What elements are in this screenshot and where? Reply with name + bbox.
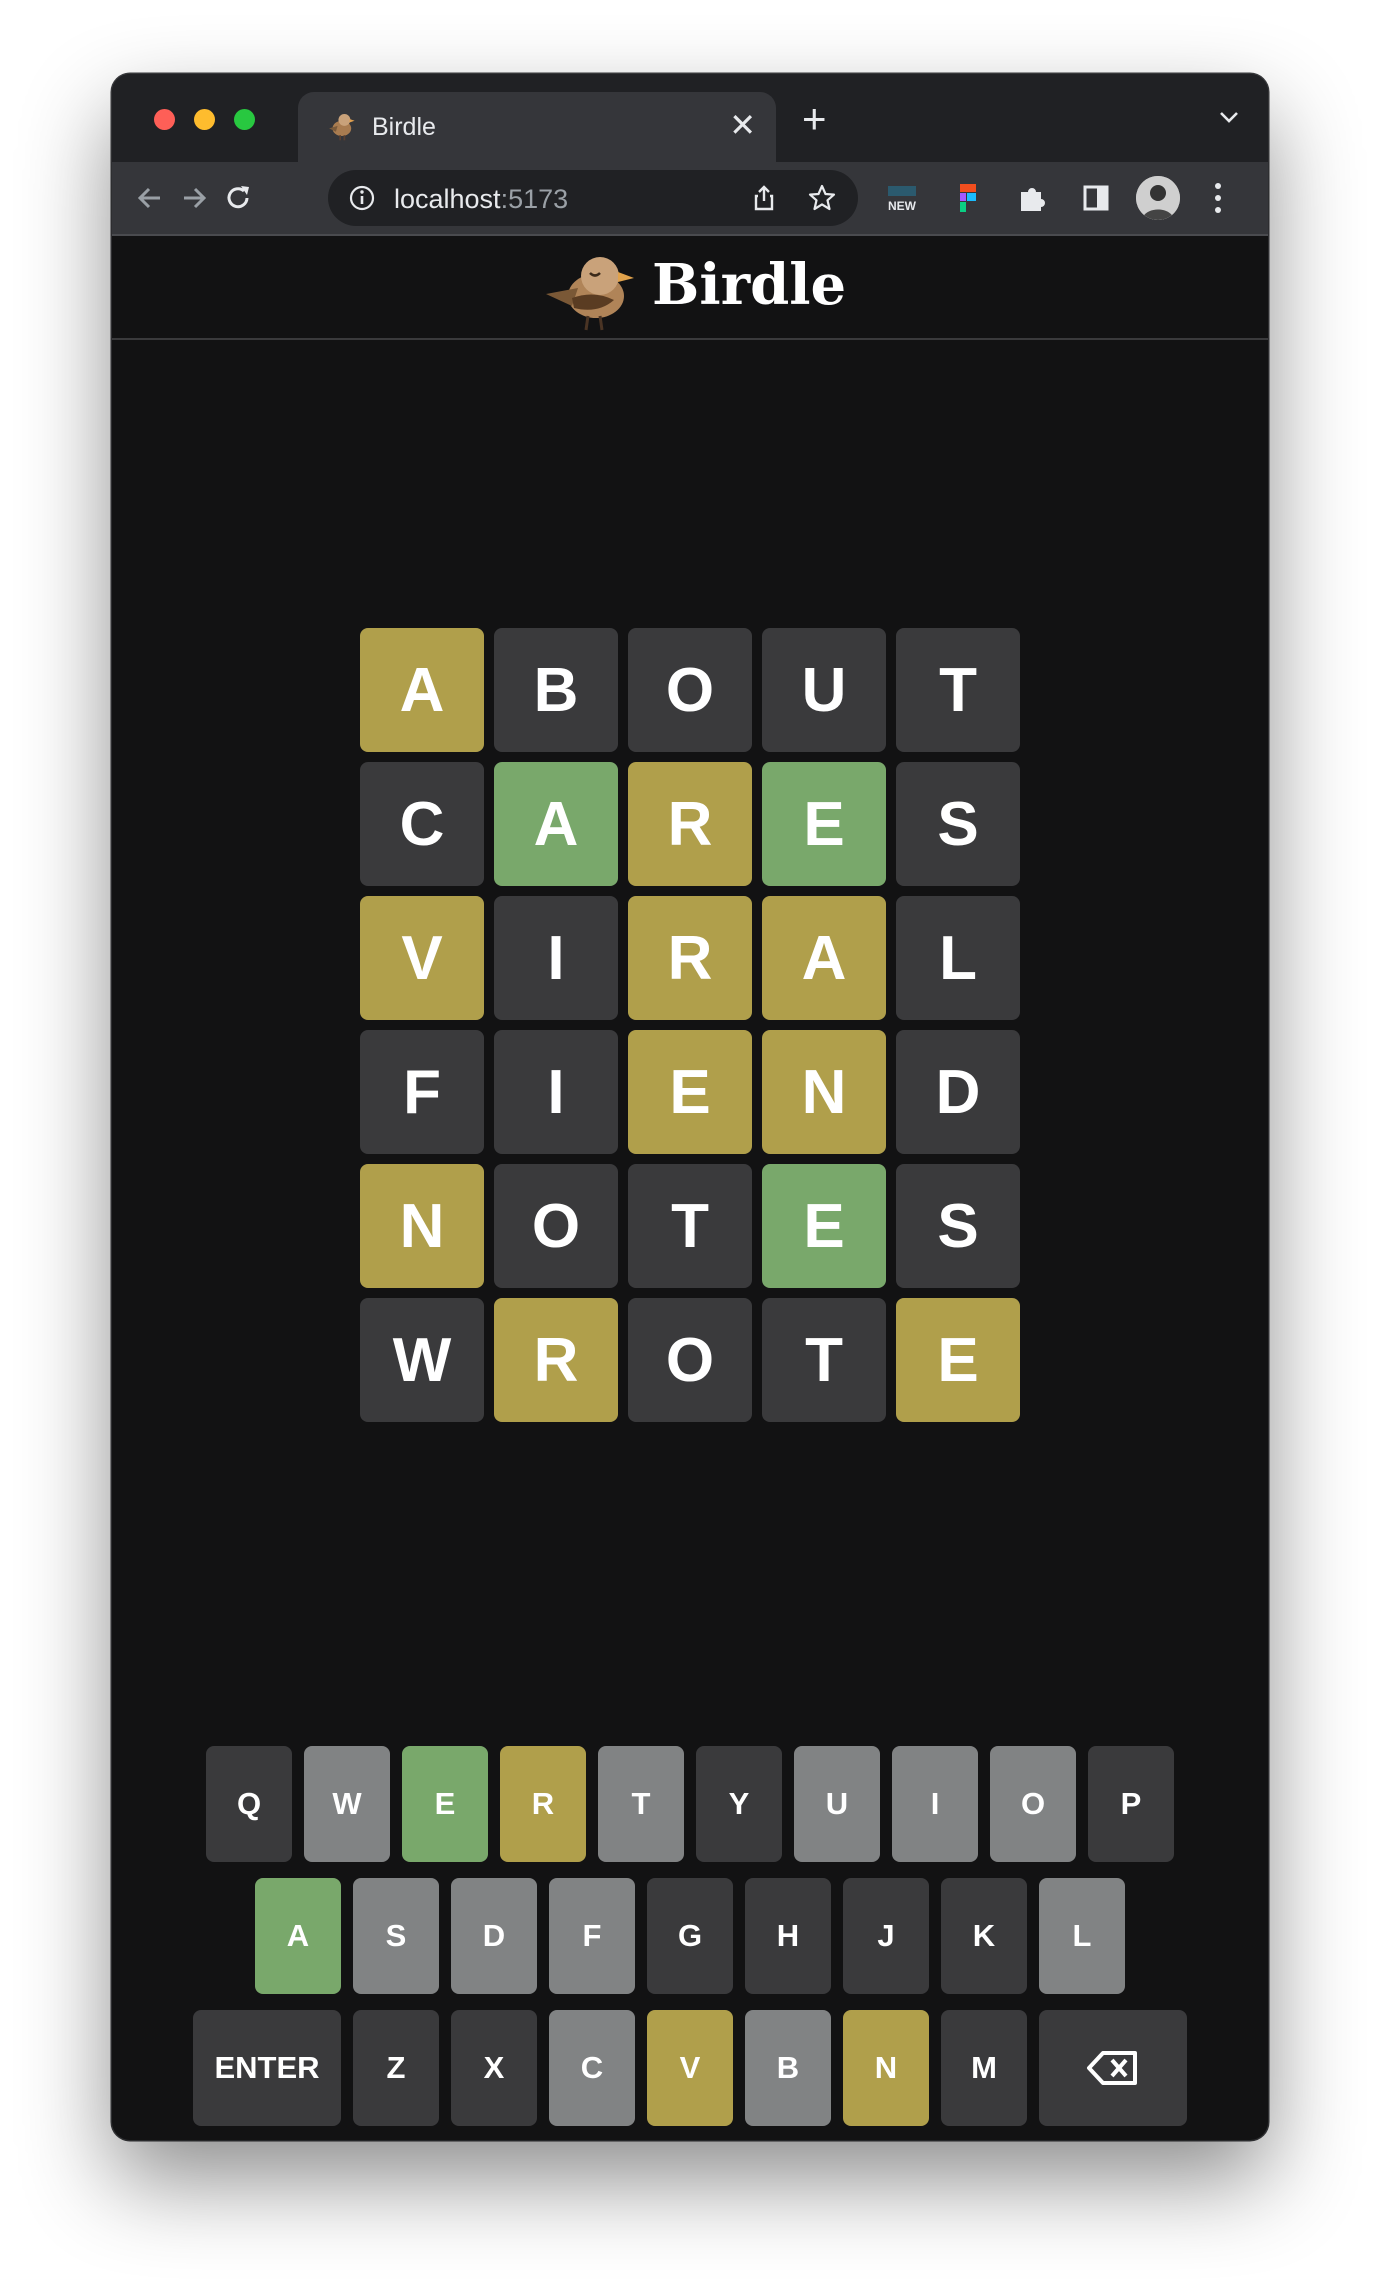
- key-y[interactable]: Y: [696, 1746, 782, 1862]
- forward-arrow-icon[interactable]: [174, 178, 214, 218]
- info-icon[interactable]: [348, 184, 376, 212]
- key-j[interactable]: J: [843, 1878, 929, 1994]
- tab-title: Birdle: [372, 113, 436, 141]
- bird-favicon-icon: [329, 113, 355, 141]
- new-badge-icon[interactable]: NEW: [882, 178, 922, 218]
- back-arrow-icon[interactable]: [130, 178, 170, 218]
- board-tile: E: [762, 762, 886, 886]
- board-tile: O: [628, 1298, 752, 1422]
- board-tile: S: [896, 1164, 1020, 1288]
- board-tile: D: [896, 1030, 1020, 1154]
- more-menu-icon[interactable]: [1212, 180, 1224, 216]
- board-tile: T: [762, 1298, 886, 1422]
- board-tile: S: [896, 762, 1020, 886]
- browser-toolbar: localhost:5173 NEW: [112, 162, 1268, 236]
- chevron-down-icon[interactable]: [1218, 106, 1240, 128]
- key-g[interactable]: G: [647, 1878, 733, 1994]
- key-r[interactable]: R: [500, 1746, 586, 1862]
- key-p[interactable]: P: [1088, 1746, 1174, 1862]
- board-tile: V: [360, 896, 484, 1020]
- share-icon[interactable]: [748, 182, 780, 214]
- key-b[interactable]: B: [745, 2010, 831, 2126]
- key-c[interactable]: C: [549, 2010, 635, 2126]
- address-bar[interactable]: localhost:5173: [328, 170, 858, 226]
- board-tile: A: [762, 896, 886, 1020]
- board-tile: E: [896, 1298, 1020, 1422]
- key-a[interactable]: A: [255, 1878, 341, 1994]
- board-tile: E: [628, 1030, 752, 1154]
- board-tile: I: [494, 896, 618, 1020]
- url-text[interactable]: localhost:5173: [394, 184, 568, 215]
- avatar-image-icon: [1136, 176, 1180, 220]
- board-tile: O: [494, 1164, 618, 1288]
- board-tile: R: [628, 762, 752, 886]
- app-header: Birdle: [112, 234, 1268, 340]
- key-u[interactable]: U: [794, 1746, 880, 1862]
- sidebar-icon[interactable]: [1076, 178, 1116, 218]
- key-l[interactable]: L: [1039, 1878, 1125, 1994]
- key-d[interactable]: D: [451, 1878, 537, 1994]
- key-w[interactable]: W: [304, 1746, 390, 1862]
- new-tab-button[interactable]: +: [802, 98, 827, 140]
- maximize-window-button[interactable]: [234, 109, 255, 130]
- key-z[interactable]: Z: [353, 2010, 439, 2126]
- key-e[interactable]: E: [402, 1746, 488, 1862]
- tab-strip: Birdle ✕ +: [112, 74, 1268, 162]
- board-tile: I: [494, 1030, 618, 1154]
- key-h[interactable]: H: [745, 1878, 831, 1994]
- board-tile: A: [494, 762, 618, 886]
- enter-key[interactable]: ENTER: [193, 2010, 341, 2126]
- app-title: Birdle: [652, 252, 847, 318]
- backspace-icon: [1087, 2051, 1137, 2085]
- puzzle-icon[interactable]: [1012, 178, 1052, 218]
- key-m[interactable]: M: [941, 2010, 1027, 2126]
- key-i[interactable]: I: [892, 1746, 978, 1862]
- tab-close-icon[interactable]: ✕: [729, 109, 756, 141]
- key-x[interactable]: X: [451, 2010, 537, 2126]
- board-tile: B: [494, 628, 618, 752]
- board-tile: C: [360, 762, 484, 886]
- board-tile: R: [494, 1298, 618, 1422]
- board-tile: E: [762, 1164, 886, 1288]
- board-tile: L: [896, 896, 1020, 1020]
- browser-window: Birdle ✕ + localhost:5173 NEW Birdle A B…: [112, 74, 1268, 2140]
- key-s[interactable]: S: [353, 1878, 439, 1994]
- profile-avatar[interactable]: [1136, 176, 1180, 220]
- board-tile: F: [360, 1030, 484, 1154]
- close-window-button[interactable]: [154, 109, 175, 130]
- board-tile: N: [762, 1030, 886, 1154]
- bookmark-star-icon[interactable]: [806, 182, 838, 214]
- browser-tab[interactable]: Birdle ✕: [298, 92, 776, 162]
- svg-text:NEW: NEW: [888, 199, 917, 213]
- board-tile: U: [762, 628, 886, 752]
- key-q[interactable]: Q: [206, 1746, 292, 1862]
- key-o[interactable]: O: [990, 1746, 1076, 1862]
- board-tile: T: [628, 1164, 752, 1288]
- key-k[interactable]: K: [941, 1878, 1027, 1994]
- key-f[interactable]: F: [549, 1878, 635, 1994]
- board-tile: R: [628, 896, 752, 1020]
- board-tile: T: [896, 628, 1020, 752]
- key-v[interactable]: V: [647, 2010, 733, 2126]
- key-t[interactable]: T: [598, 1746, 684, 1862]
- backspace-key[interactable]: [1039, 2010, 1187, 2126]
- bird-logo-icon: [546, 257, 634, 331]
- board-tile: A: [360, 628, 484, 752]
- board-tile: N: [360, 1164, 484, 1288]
- key-n[interactable]: N: [843, 2010, 929, 2126]
- reload-icon[interactable]: [218, 178, 258, 218]
- figma-icon[interactable]: [948, 178, 988, 218]
- board-tile: W: [360, 1298, 484, 1422]
- minimize-window-button[interactable]: [194, 109, 215, 130]
- board-tile: O: [628, 628, 752, 752]
